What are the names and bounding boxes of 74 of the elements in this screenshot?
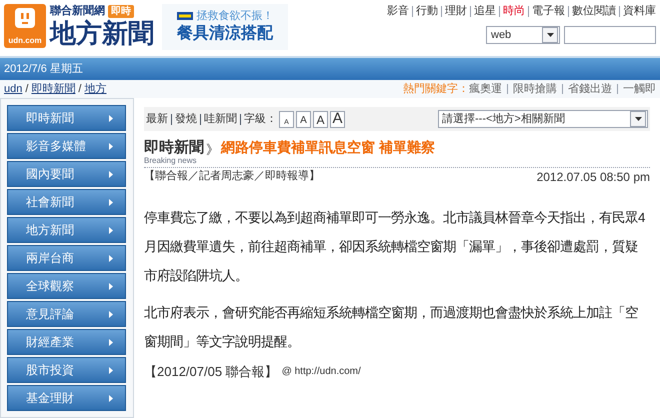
caret-icon: [546, 33, 554, 37]
toolbar-link[interactable]: 最新: [146, 110, 168, 128]
arrow-icon: [109, 254, 113, 262]
nav-link[interactable]: 數位閱讀: [572, 4, 616, 18]
nav-link[interactable]: 影音: [387, 4, 409, 18]
byline: 【聯合報／記者周志豪／即時報導】: [144, 168, 320, 184]
arrow-icon: [109, 142, 113, 150]
sidebar-item[interactable]: 社會新聞: [7, 189, 126, 215]
sidebar-item[interactable]: 基金理財: [7, 385, 126, 411]
date-text: 2012/7/6 星期五: [4, 62, 83, 77]
dropdown-button[interactable]: [630, 111, 646, 127]
font-size-button[interactable]: A: [330, 110, 345, 128]
search-scope-select[interactable]: web: [486, 26, 560, 44]
live-badge: 即時: [108, 4, 134, 18]
breadcrumb-link[interactable]: 地方: [84, 80, 106, 98]
keyword-link[interactable]: 瘋奧運: [469, 80, 502, 98]
arrow-icon: [109, 170, 113, 178]
breadcrumb-link[interactable]: udn: [4, 80, 22, 98]
sidebar-item[interactable]: 股市投資: [7, 357, 126, 383]
timestamp: 2012.07.05 08:50 pm: [536, 168, 650, 186]
nav-link[interactable]: 資料庫: [623, 4, 656, 18]
dropdown-button[interactable]: [542, 27, 558, 43]
sidebar-item[interactable]: 財經產業: [7, 329, 126, 355]
caret-icon: [634, 117, 642, 121]
title-marker: 》: [206, 140, 219, 158]
font-size-button[interactable]: A: [296, 110, 311, 128]
hot-keywords-label: 熱門關鍵字：: [403, 82, 469, 97]
toolbar-link[interactable]: 哇新聞: [204, 110, 237, 128]
sidebar-item[interactable]: 國內要聞: [7, 161, 126, 187]
keyword-link[interactable]: 限時搶購: [513, 80, 557, 98]
related-news-select[interactable]: 請選擇---<地方>相關新聞: [438, 110, 648, 128]
nav-link[interactable]: 時尚: [503, 4, 525, 18]
arrow-icon: [109, 394, 113, 402]
section-title: 地方新聞: [50, 18, 154, 48]
arrow-icon: [109, 114, 113, 122]
toolbar-link[interactable]: 發燒: [175, 110, 197, 128]
sidebar-item[interactable]: 兩岸台商: [7, 245, 126, 271]
keyword-link[interactable]: 一觸即: [623, 80, 656, 98]
site-name: 聯合新聞網: [50, 4, 105, 18]
article-title: 網路停車費補單訊息空窗 補單難察: [221, 138, 435, 157]
ad-headline: 餐具清涼搭配: [177, 23, 273, 44]
arrow-icon: [109, 282, 113, 290]
plug-icon: [14, 7, 36, 29]
nav-link[interactable]: 電子報: [532, 4, 565, 18]
keyword-link[interactable]: 省錢出遊: [568, 80, 612, 98]
font-size-button[interactable]: A: [313, 110, 328, 128]
breadcrumb-link[interactable]: 即時新聞: [31, 80, 76, 98]
sidebar-item[interactable]: 影音多媒體: [7, 133, 126, 159]
sidebar-item[interactable]: 意見評論: [7, 301, 126, 327]
arrow-icon: [109, 366, 113, 374]
font-size-label: 字級：: [244, 112, 277, 127]
ad-banner[interactable]: 拯救食欲不振！ 餐具清涼搭配: [162, 4, 288, 50]
article-paragraph: 停車費忘了繳，不要以為到超商補單即可一勞永逸。北市議員林晉章今天指出，有民眾4月因繳費單遺失，前往超商補單，卻因系統轉檔空窗期「漏單」，事後卻遭處罰，質疑市府設陷阱坑人。: [144, 209, 646, 285]
source-link[interactable]: @ http://udn.com/: [282, 364, 361, 380]
nav-link[interactable]: 追星: [474, 4, 496, 18]
store-logo-icon: [176, 12, 192, 20]
section-heading: 即時新聞: [144, 139, 204, 156]
ad-slogan: 拯救食欲不振！: [196, 9, 274, 23]
sidebar-item[interactable]: 地方新聞: [7, 217, 126, 243]
sidebar-item[interactable]: 全球觀察: [7, 273, 126, 299]
arrow-icon: [109, 226, 113, 234]
section-subtitle: Breaking news: [144, 156, 198, 165]
sidebar-item[interactable]: 即時新聞: [7, 105, 126, 131]
arrow-icon: [109, 198, 113, 206]
breadcrumb-separator: /: [78, 82, 82, 97]
arrow-icon: [109, 338, 113, 346]
breadcrumb-separator: /: [25, 82, 28, 97]
search-field[interactable]: [564, 26, 656, 44]
nav-link[interactable]: 理財: [445, 4, 467, 18]
article-source: 【2012/07/05 聯合報】: [144, 363, 278, 381]
article-paragraph: 北市府表示，會研究能否再縮短系統轉檔空窗期，而過渡期也會盡快於系統上加註「空窗期間」等文字說明提醒。: [144, 304, 639, 351]
arrow-icon: [109, 310, 113, 318]
logo-text: udn.com: [8, 37, 42, 45]
nav-link[interactable]: 行動: [416, 4, 438, 18]
